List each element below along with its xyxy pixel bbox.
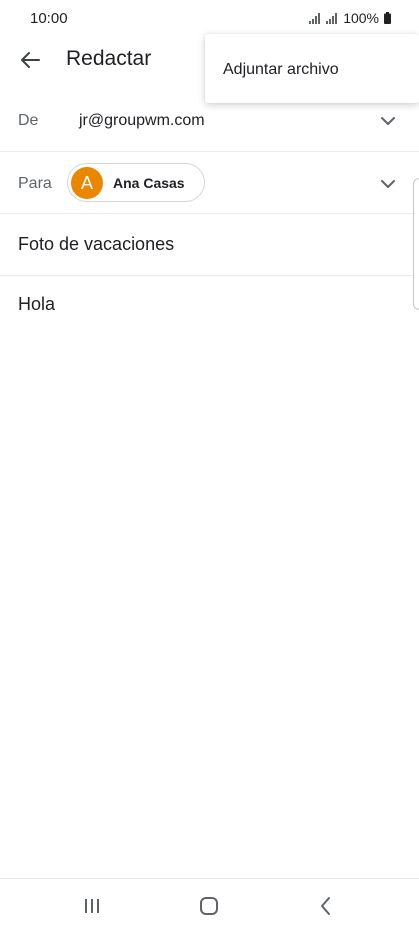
status-time: 10:00 (30, 10, 68, 27)
recipient-name: Ana Casas (113, 175, 185, 191)
signal-icon (326, 13, 338, 24)
nav-back-button[interactable] (311, 893, 341, 919)
status-bar: 10:00 100% (0, 0, 419, 36)
home-button[interactable] (194, 893, 224, 919)
menu-item-attach-file[interactable]: Adjuntar archivo (205, 34, 419, 103)
to-label: Para (18, 175, 52, 192)
overflow-menu: Adjuntar archivo (205, 34, 419, 103)
back-icon (321, 897, 330, 915)
arrow-back-icon (21, 52, 40, 68)
system-nav-bar (0, 878, 419, 931)
battery-icon (384, 12, 391, 24)
signal-icon (309, 13, 321, 24)
battery-percentage: 100% (343, 10, 379, 26)
chevron-down-icon[interactable] (379, 177, 397, 191)
status-indicators: 100% (309, 10, 391, 26)
body-text: Hola (18, 294, 56, 314)
subject-row: Foto de vacaciones (0, 214, 419, 276)
from-label: De (18, 112, 39, 129)
avatar: A (71, 167, 103, 199)
chevron-down-icon[interactable] (379, 114, 397, 128)
body-editor[interactable]: Hola (0, 276, 419, 876)
recipient-chip[interactable]: A Ana Casas (67, 163, 205, 202)
recent-apps-button[interactable] (77, 893, 107, 919)
recent-apps-icon (85, 899, 99, 913)
avatar-initial: A (80, 172, 93, 193)
subject-input[interactable]: Foto de vacaciones (18, 234, 174, 255)
scroll-handle[interactable] (413, 178, 419, 310)
from-account[interactable]: jr@groupwm.com (79, 112, 205, 130)
back-button[interactable] (14, 46, 46, 74)
to-row: Para A Ana Casas (0, 152, 419, 214)
home-icon (200, 897, 218, 915)
page-title: Redactar (66, 47, 152, 70)
